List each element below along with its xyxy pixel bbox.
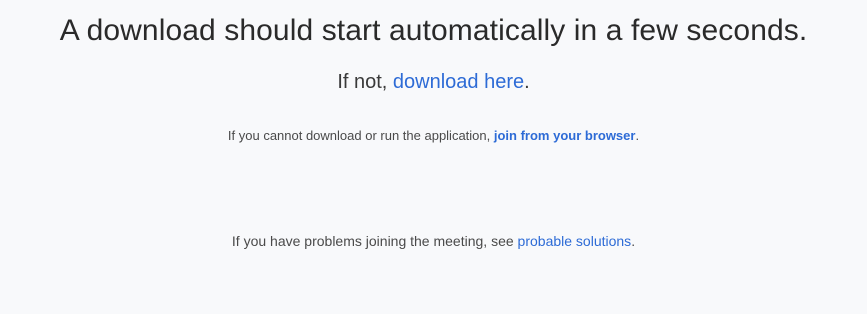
download-page: A download should start automatically in… xyxy=(0,0,867,314)
fallback-suffix-text: . xyxy=(524,71,530,93)
fallback-download-line: If not, download here. xyxy=(0,71,867,94)
browser-join-suffix-text: . xyxy=(635,128,640,143)
fallback-prefix-text: If not, xyxy=(337,71,393,93)
probable-solutions-link[interactable]: probable solutions xyxy=(518,233,632,249)
help-line: If you have problems joining the meeting… xyxy=(0,233,867,249)
help-suffix-text: . xyxy=(631,233,636,249)
browser-join-prefix-text: If you cannot download or run the applic… xyxy=(227,128,494,143)
join-from-browser-link[interactable]: join from your browser xyxy=(494,128,636,143)
help-prefix-text: If you have problems joining the meeting… xyxy=(231,233,518,249)
page-title: A download should start automatically in… xyxy=(59,14,808,47)
download-here-link[interactable]: download here xyxy=(393,71,524,93)
browser-join-line: If you cannot download or run the applic… xyxy=(0,128,867,143)
